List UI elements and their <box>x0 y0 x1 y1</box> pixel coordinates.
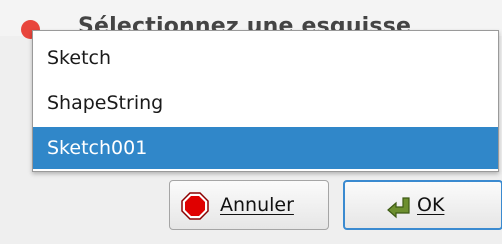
cancel-button-label: Annuler <box>220 194 294 216</box>
ok-button-label: OK <box>417 194 445 216</box>
sketch-dropdown-list[interactable]: Sketch ShapeString Sketch001 <box>32 30 499 172</box>
dropdown-option-sketch[interactable]: Sketch <box>33 37 498 79</box>
dropdown-option-shapestring[interactable]: ShapeString <box>33 82 498 124</box>
stop-icon <box>181 192 209 220</box>
ok-button[interactable]: OK <box>343 180 502 230</box>
dropdown-option-sketch001[interactable]: Sketch001 <box>33 127 498 169</box>
dialog-window: Sélectionnez une esquisse Sketch ShapeSt… <box>0 0 502 244</box>
cancel-button[interactable]: Annuler <box>169 180 329 230</box>
ok-arrow-icon <box>387 197 410 219</box>
